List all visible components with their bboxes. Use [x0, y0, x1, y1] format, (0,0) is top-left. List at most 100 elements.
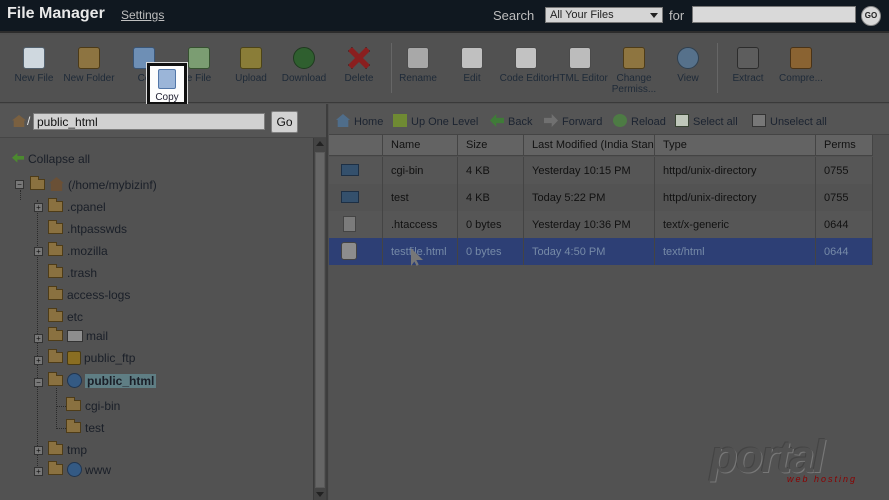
perms-column-header[interactable]: Perms [816, 135, 873, 156]
folder-icon [48, 220, 63, 234]
code-editor-button[interactable]: Code Editor [498, 45, 554, 101]
change-permissions-button[interactable]: Change Permiss... [606, 45, 662, 101]
view-button[interactable]: View [660, 45, 716, 101]
unselect-all-button[interactable]: Unselect all [752, 114, 827, 128]
file-type-cell [329, 211, 383, 238]
tree-item-label: .cpanel [67, 200, 106, 214]
scroll-down-icon[interactable] [316, 492, 324, 497]
compress-button[interactable]: Compre... [773, 45, 829, 101]
edit-icon [461, 47, 483, 69]
tree-item-etc[interactable]: etc [48, 308, 83, 328]
tree-root[interactable]: − (/home/mybizinf) [15, 176, 157, 195]
collapse-all-label: Collapse all [28, 152, 91, 166]
download-button[interactable]: Download [276, 45, 332, 101]
html-editor-label: HTML Editor [552, 73, 608, 84]
table-row[interactable]: test 4 KB Today 5:22 PM httpd/unix-direc… [329, 184, 873, 211]
tree-item-test[interactable]: test [66, 419, 105, 439]
name-column-header[interactable]: Name [383, 135, 458, 156]
tree-item-mozilla[interactable]: + .mozilla [34, 242, 108, 262]
collapse-all-link[interactable]: Collapse all [12, 152, 90, 166]
settings-link[interactable]: Settings [121, 8, 164, 22]
tree-expand-toggle[interactable]: + [34, 356, 43, 365]
folder-icon [341, 191, 359, 203]
tree-expand-toggle[interactable]: + [34, 247, 43, 256]
file-type-text-cell: text/x-generic [655, 211, 816, 238]
search-label: Search [493, 8, 535, 23]
tree-item-label: public_ftp [84, 351, 136, 365]
tree-item-label: test [85, 421, 105, 435]
tree-item-www[interactable]: + www [34, 461, 111, 480]
edit-button[interactable]: Edit [444, 45, 500, 101]
main-toolbar: New File New Folder Co e File Upload Dow… [0, 35, 889, 103]
tree-expand-toggle[interactable]: + [34, 203, 43, 212]
search-input[interactable] [692, 6, 856, 23]
size-column-header[interactable]: Size [458, 135, 524, 156]
tree-item-public-html[interactable]: − public_html [34, 372, 157, 391]
file-name-cell[interactable]: cgi-bin [383, 157, 458, 184]
select-all-button[interactable]: Select all [675, 114, 738, 128]
new-file-button[interactable]: New File [6, 45, 62, 101]
tree-line [56, 406, 66, 407]
upload-button[interactable]: Upload [223, 45, 279, 101]
table-row-selected[interactable]: testfile.html 0 bytes Today 4:50 PM text… [329, 238, 873, 265]
search-go-button[interactable]: GO [861, 6, 881, 26]
new-folder-button[interactable]: New Folder [61, 45, 117, 101]
globe-icon [67, 373, 82, 388]
tree-item-htpasswds[interactable]: .htpasswds [48, 220, 127, 240]
table-row[interactable]: .htaccess 0 bytes Yesterday 10:36 PM tex… [329, 211, 873, 238]
reload-icon [613, 114, 627, 127]
tree-item-label: www [85, 463, 111, 477]
tree-collapse-toggle[interactable]: − [34, 378, 43, 387]
tree-item-tmp[interactable]: + tmp [34, 441, 88, 461]
tree-expand-toggle[interactable]: + [34, 334, 43, 343]
tree-item-access-logs[interactable]: access-logs [48, 286, 131, 306]
reload-button[interactable]: Reload [613, 114, 666, 128]
tree-item-public-ftp[interactable]: + public_ftp [34, 349, 136, 369]
tree-item-mail[interactable]: + mail [34, 327, 108, 347]
tree-item-trash[interactable]: .trash [48, 264, 97, 284]
path-go-button[interactable]: Go [271, 111, 298, 133]
back-button[interactable]: Back [490, 114, 532, 128]
last-modified-column-header[interactable]: Last Modified (India Stand [524, 135, 655, 156]
tree-scrollbar[interactable] [313, 138, 326, 500]
folder-icon [66, 397, 81, 411]
forward-button[interactable]: Forward [544, 114, 602, 128]
scroll-thumb[interactable] [315, 152, 325, 488]
tree-item-cpanel[interactable]: + .cpanel [34, 198, 106, 218]
path-input[interactable]: public_html [33, 113, 265, 130]
search-scope-select[interactable]: All Your Files [545, 7, 663, 23]
tree-collapse-toggle[interactable]: − [15, 180, 24, 189]
table-row[interactable]: cgi-bin 4 KB Yesterday 10:15 PM httpd/un… [329, 157, 873, 184]
copy-icon [158, 69, 176, 89]
up-one-level-button[interactable]: Up One Level [393, 114, 478, 128]
tree-item-label: access-logs [67, 288, 131, 302]
new-folder-label: New Folder [63, 73, 115, 84]
html-editor-button[interactable]: HTML Editor [552, 45, 608, 101]
file-manager-app: File Manager Settings Search All Your Fi… [0, 0, 889, 500]
file-name-cell[interactable]: .htaccess [383, 211, 458, 238]
tree-expand-toggle[interactable]: + [34, 467, 43, 476]
icon-column-header [329, 135, 383, 156]
tree-item-label: tmp [67, 443, 88, 457]
file-name-cell[interactable]: testfile.html [383, 238, 458, 265]
tree-expand-toggle[interactable]: + [34, 446, 43, 455]
home-label: Home [354, 116, 384, 128]
tree-item-cgi-bin[interactable]: cgi-bin [66, 397, 120, 417]
upload-label: Upload [235, 73, 267, 84]
tree-line [56, 428, 66, 429]
scroll-up-icon[interactable] [316, 141, 324, 146]
type-column-header[interactable]: Type [655, 135, 816, 156]
up-folder-icon [393, 114, 407, 127]
folder-icon [48, 441, 63, 455]
rename-button[interactable]: Rename [390, 45, 446, 101]
file-name-cell[interactable]: test [383, 184, 458, 211]
delete-button[interactable]: Delete [331, 45, 387, 101]
extract-button[interactable]: Extract [720, 45, 776, 101]
top-bar: File Manager Settings Search All Your Fi… [0, 0, 889, 33]
directory-tree-pane: / public_html Go Collapse all − (/home/m… [0, 104, 328, 500]
folder-icon [341, 164, 359, 176]
copy-button-highlight[interactable]: Copy [147, 63, 187, 105]
home-button[interactable]: Home [336, 114, 383, 128]
forward-label: Forward [562, 116, 603, 128]
path-separator: / [27, 114, 31, 128]
